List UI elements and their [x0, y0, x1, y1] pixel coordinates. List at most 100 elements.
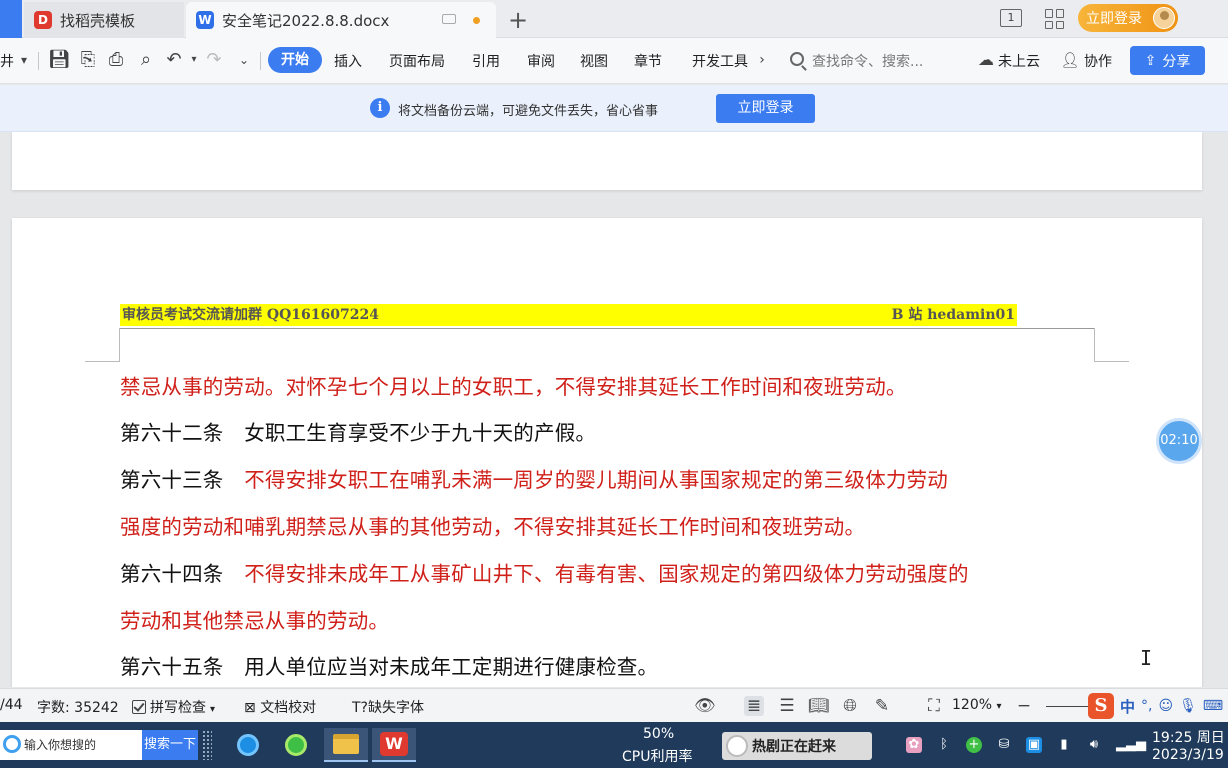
recording-timer[interactable]: 02:10 — [1156, 418, 1202, 464]
sogou-ime-icon: S — [1088, 693, 1114, 719]
undo-dropdown-icon[interactable]: ▾ — [184, 50, 204, 70]
ie-icon — [3, 735, 21, 753]
doc-line[interactable]: 禁忌从事的劳动。对怀孕七个月以上的女职工，不得安排其延长工作时间和夜班劳动。 — [120, 370, 907, 400]
font-icon: T? — [352, 700, 368, 716]
search-icon — [790, 52, 804, 66]
tab-insert[interactable]: 插入 — [334, 51, 362, 71]
app-tray-icon[interactable]: ▣ — [1026, 737, 1042, 753]
tab-docer-templates[interactable]: D 找稻壳模板 — [24, 2, 184, 38]
tab-document[interactable]: W 安全笔记2022.8.8.docx — [186, 2, 496, 38]
redo-icon[interactable]: ↷ — [204, 50, 224, 70]
collab-button[interactable]: 协作 — [1084, 51, 1112, 71]
info-icon: i — [370, 98, 390, 118]
more-chevron-icon[interactable]: ⌄ — [234, 50, 254, 70]
tab-page-layout[interactable]: 页面布局 — [389, 51, 445, 71]
tab-developer[interactable]: 开发工具 — [692, 51, 748, 71]
taskbar-360-app[interactable] — [274, 728, 318, 762]
outline-view-icon[interactable]: ☰ — [777, 696, 797, 716]
doc-proofread-button[interactable]: ⊠ 文档校对 — [244, 697, 316, 717]
ime-emoji-icon[interactable]: ☺ — [1158, 698, 1173, 714]
doc-text-run: 第六十四条 — [120, 562, 245, 586]
taskbar-search-button[interactable]: 搜索一下 — [142, 730, 198, 760]
ribbon-toolbar: 井 ▾ 💾︎ ⎘ ⎙ ⌕ ↶ ▾ ↷ ⌄ 开始 插入 页面布局 引用 审阅 视图… — [0, 38, 1228, 84]
taskbar-search-input[interactable]: 输入你想搜的 — [0, 730, 142, 760]
tab-review[interactable]: 审阅 — [527, 51, 555, 71]
doc-text-run: 不得安排未成年工从事矿山井下、有毒有害、国家规定的第四级体力劳动强度的 — [244, 562, 969, 586]
save-icon[interactable]: 💾︎ — [48, 50, 71, 70]
volume-icon[interactable]: 🔊︎ — [1086, 737, 1102, 753]
spell-check-toggle[interactable]: 拼写检查 ▾ — [132, 697, 215, 717]
tab-chapter[interactable]: 章节 — [634, 51, 662, 71]
doc-line[interactable]: 第六十四条 不得安排未成年工从事矿山井下、有毒有害、国家规定的第四级体力劳动强度… — [120, 557, 969, 587]
tab-home[interactable]: 开始 — [268, 47, 322, 73]
docer-icon: D — [34, 11, 52, 29]
proofread-icon: ⊠ — [244, 700, 256, 716]
margin-corner-right — [1094, 328, 1129, 362]
taskbar-wps-app[interactable]: W — [372, 728, 416, 762]
cloud-icon: ☁ — [978, 50, 994, 69]
share-button[interactable]: ⇪ 分享 — [1130, 46, 1205, 75]
command-search-input[interactable]: 查找命令、搜索... — [812, 51, 923, 71]
taskbar-edge-app[interactable] — [226, 728, 270, 762]
zoom-out-icon[interactable]: − — [1014, 696, 1034, 716]
taskbar-grip — [202, 730, 212, 760]
pen-icon[interactable]: ✎ — [872, 696, 892, 716]
ime-punct-icon[interactable]: °, — [1141, 698, 1152, 714]
divider — [260, 52, 261, 70]
file-menu-stub[interactable]: 井 — [0, 51, 14, 71]
ime-keyboard-icon[interactable]: ⌨ — [1203, 698, 1223, 714]
promo-icon — [726, 735, 748, 757]
zoom-level[interactable]: 120% ▾ — [952, 697, 1002, 713]
undo-icon[interactable]: ↶ — [164, 50, 184, 70]
document-canvas[interactable]: 审核员考试交流请加群 QQ161607224 B 站 hedamin01 禁忌从… — [0, 132, 1228, 687]
new-tab-button[interactable]: + — [506, 6, 530, 34]
app-menu-stub[interactable] — [0, 0, 22, 38]
page-view-icon[interactable]: ≣ — [744, 696, 764, 716]
page-header[interactable]: 审核员考试交流请加群 QQ161607224 B 站 hedamin01 — [120, 304, 1017, 326]
taskbar-time[interactable]: 19:25 周日 — [1152, 727, 1225, 747]
chevron-down-icon[interactable]: ▾ — [14, 50, 34, 70]
news-promo-widget[interactable]: 热剧正在赶来 — [722, 732, 872, 760]
doc-line[interactable]: 第六十二条 女职工生育享受不少于九十天的产假。 — [120, 416, 596, 446]
monitor-icon[interactable] — [442, 14, 456, 24]
taskbar-date[interactable]: 2023/3/19 — [1152, 747, 1224, 763]
security-tray-icon[interactable]: + — [966, 737, 982, 753]
tab-references[interactable]: 引用 — [472, 51, 500, 71]
backup-notice-bar: i 将文档备份云端，可避免文件丢失，省心省事 立即登录 — [0, 85, 1228, 132]
doc-line[interactable]: 强度的劳动和哺乳期禁忌从事的其他劳动，不得安排其延长工作时间和夜班劳动。 — [120, 510, 865, 540]
cloud-status[interactable]: 未上云 — [998, 51, 1040, 71]
signal-icon[interactable]: ▂▃▅ — [1116, 737, 1146, 753]
notice-login-button[interactable]: 立即登录 — [716, 94, 815, 123]
doc-line[interactable]: 第六十五条 用人单位应当对未成年工定期进行健康检查。 — [120, 650, 658, 680]
apps-grid-icon[interactable] — [1045, 9, 1065, 29]
input-method-bar[interactable]: S 中 °, ☺ 🎙︎ ⌨ — [1088, 689, 1228, 723]
missing-fonts-button[interactable]: T?缺失字体 — [352, 697, 424, 717]
page-number[interactable]: /44 — [0, 697, 23, 713]
taskbar-explorer-app[interactable] — [324, 728, 368, 762]
web-view-icon[interactable]: 🌐︎ — [840, 696, 860, 716]
network-share-icon[interactable]: ⛁ — [996, 737, 1012, 753]
ribbon-scroll-right-icon[interactable]: › — [752, 50, 772, 70]
document-page[interactable]: 审核员考试交流请加群 QQ161607224 B 站 hedamin01 禁忌从… — [12, 218, 1202, 687]
ime-mic-icon[interactable]: 🎙︎ — [1179, 698, 1197, 714]
print-icon[interactable]: ⎙ — [106, 50, 126, 70]
word-count[interactable]: 字数: 35242 — [37, 697, 119, 717]
login-button[interactable]: 立即登录 — [1078, 4, 1178, 32]
doc-line[interactable]: 第六十三条 不得安排女职工在哺乳未满一周岁的婴儿期间从事国家规定的第三级体力劳动 — [120, 463, 948, 493]
header-left-text: 审核员考试交流请加群 QQ161607224 — [122, 307, 379, 323]
print-preview-icon[interactable]: ⌕ — [136, 50, 156, 70]
doc-text-run: 劳动和其他禁忌从事的劳动。 — [120, 609, 390, 633]
tab-view[interactable]: 视图 — [580, 51, 608, 71]
fit-window-icon[interactable]: ⛶ — [924, 696, 944, 716]
export-pdf-icon[interactable]: ⎘ — [78, 50, 98, 70]
page-view-icon[interactable]: 1 — [1000, 9, 1022, 27]
battery-icon[interactable]: ▮ — [1056, 737, 1072, 753]
unsaved-dot-icon — [473, 17, 480, 24]
doc-text-run: 不得安排女职工在哺乳未满一周岁的婴儿期间从事国家规定的第三级体力劳动 — [244, 468, 949, 492]
flower-tray-icon[interactable]: ✿ — [906, 737, 922, 753]
reading-view-icon[interactable]: 📖︎ — [808, 696, 830, 716]
bluetooth-icon[interactable]: ᛒ — [936, 737, 952, 753]
ime-chinese-mode[interactable]: 中 — [1120, 696, 1135, 717]
eye-protection-icon[interactable]: 👁︎ — [694, 696, 716, 716]
doc-line[interactable]: 劳动和其他禁忌从事的劳动。 — [120, 604, 389, 634]
